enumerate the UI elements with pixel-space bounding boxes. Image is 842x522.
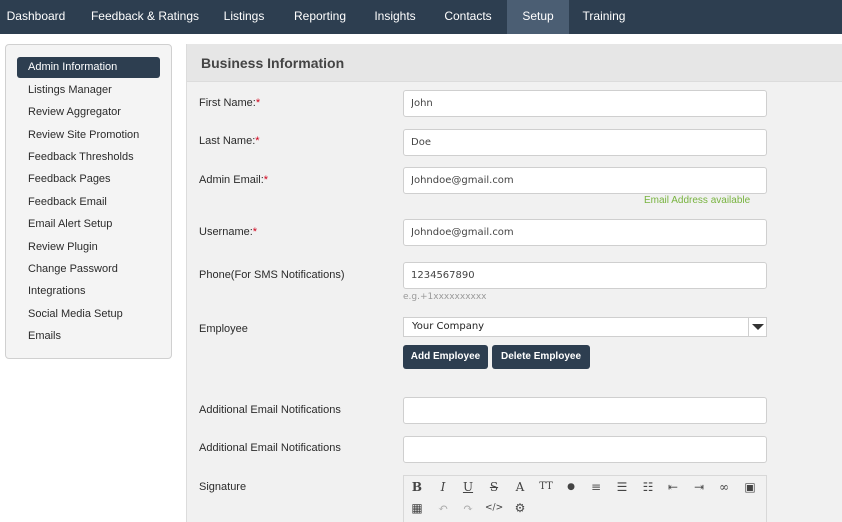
setup-sidebar: Admin Information Listings Manager Revie… [5,44,172,359]
italic-icon[interactable]: I [434,478,452,496]
indent-icon[interactable]: ⇥ [690,478,708,496]
table-icon[interactable]: ▦ [408,499,426,517]
phone-format-hint: e.g.+1xxxxxxxxxx [403,292,487,302]
sidebar-item-admin-information[interactable]: Admin Information [17,57,160,78]
undo-icon[interactable]: ↶ [434,499,452,517]
chevron-down-icon[interactable] [748,318,766,336]
tab-training[interactable]: Training [575,0,633,34]
last-name-label: Last Name:* [199,135,260,147]
page-title: Business Information [201,55,345,71]
admin-email-label: Admin Email:* [199,174,269,186]
employee-select[interactable]: Your Company [403,317,767,337]
signature-label: Signature [199,481,247,493]
bold-icon[interactable]: B [408,478,426,496]
tab-insights[interactable]: Insights [364,0,426,34]
tab-listings[interactable]: Listings [213,0,275,34]
last-name-field[interactable] [403,129,767,156]
unordered-list-icon[interactable]: ☷ [639,478,657,496]
sidebar-item-integrations[interactable]: Integrations [17,281,160,302]
underline-icon[interactable]: U [459,478,477,496]
phone-field[interactable] [403,262,767,289]
panel-header: Business Information [187,44,842,82]
redo-icon[interactable]: ↷ [459,499,477,517]
image-icon[interactable]: ▣ [741,478,759,496]
delete-employee-button[interactable]: Delete Employee [492,345,590,369]
sidebar-item-email-alert-setup[interactable]: Email Alert Setup [17,214,160,235]
employee-label: Employee [199,323,248,335]
sidebar-item-feedback-thresholds[interactable]: Feedback Thresholds [17,147,160,168]
email-available-status: Email Address available [644,195,751,206]
font-size-icon[interactable]: TT [537,478,555,496]
add-employee-button[interactable]: Add Employee [403,345,488,369]
sidebar-item-review-site-promotion[interactable]: Review Site Promotion [17,125,160,146]
tab-dashboard[interactable]: Dashboard [0,0,72,34]
sidebar-item-listings-manager[interactable]: Listings Manager [17,80,160,101]
color-drop-icon[interactable]: ● [562,478,580,496]
signature-editor-toolbar: B I U S A TT ● ≡ ☰ ☷ ⇤ ⇥ ∞ ▣ ▦ ↶ ↷ </> ⚙ [403,475,767,522]
sidebar-item-review-aggregator[interactable]: Review Aggregator [17,102,160,123]
additional-email-label-1: Additional Email Notifications [199,404,341,416]
sidebar-item-feedback-email[interactable]: Feedback Email [17,192,160,213]
sidebar-item-review-plugin[interactable]: Review Plugin [17,237,160,258]
additional-email-label-2: Additional Email Notifications [199,442,341,454]
username-label: Username:* [199,226,258,238]
additional-email-field-1[interactable] [403,397,767,424]
phone-label: Phone(For SMS Notifications) [199,269,345,281]
top-navigation: Dashboard Feedback & Ratings Listings Re… [0,0,842,34]
first-name-label: First Name:* [199,97,261,109]
employee-selected-value: Your Company [412,321,485,332]
tab-reporting[interactable]: Reporting [284,0,356,34]
username-field[interactable] [403,219,767,246]
sidebar-item-change-password[interactable]: Change Password [17,259,160,280]
font-color-icon[interactable]: A [511,478,529,496]
code-view-icon[interactable]: </> [485,499,503,517]
tab-feedback-ratings[interactable]: Feedback & Ratings [82,0,208,34]
admin-email-field[interactable] [403,167,767,194]
align-icon[interactable]: ≡ [587,478,605,496]
sidebar-item-feedback-pages[interactable]: Feedback Pages [17,169,160,190]
tab-setup[interactable]: Setup [507,0,569,34]
additional-email-field-2[interactable] [403,436,767,463]
tab-contacts[interactable]: Contacts [436,0,500,34]
first-name-field[interactable] [403,90,767,117]
strikethrough-icon[interactable]: S [485,478,503,496]
link-icon[interactable]: ∞ [715,478,733,496]
settings-icon[interactable]: ⚙ [511,499,529,517]
outdent-icon[interactable]: ⇤ [664,478,682,496]
sidebar-item-social-media-setup[interactable]: Social Media Setup [17,304,160,325]
sidebar-item-emails[interactable]: Emails [17,326,160,347]
ordered-list-icon[interactable]: ☰ [613,478,631,496]
